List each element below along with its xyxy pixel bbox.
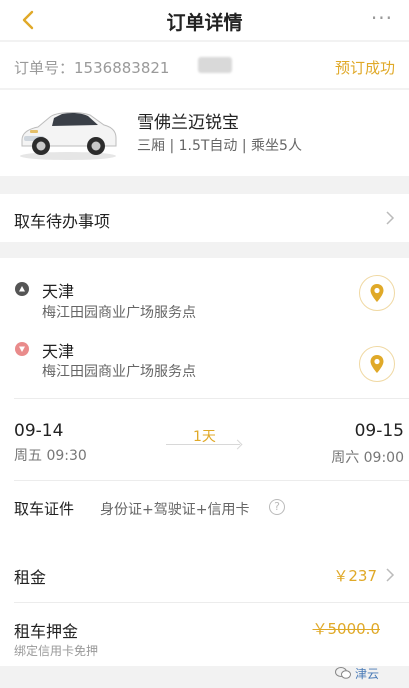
rent-label: 租金 [14, 568, 47, 587]
documents-value: 身份证+驾驶证+信用卡 [100, 502, 250, 518]
divider [14, 398, 409, 399]
return-marker-icon [15, 342, 29, 356]
watermark-text: 津云 [355, 667, 380, 681]
deposit-value: ￥5000.0 [312, 620, 381, 638]
navigation-bar: 订单详情 ··· [0, 0, 409, 40]
order-number-row: 订单号：1536883821 预订成功 [0, 42, 409, 88]
pickup-todo-label: 取车待办事项 [14, 212, 111, 231]
pickup-marker-icon [15, 282, 29, 296]
chevron-right-icon [386, 211, 395, 225]
page-title: 订单详情 [166, 12, 243, 34]
chat-bubble-icon [335, 667, 351, 679]
car-info-card: 雪佛兰迈锐宝 三厢 | 1.5T自动 | 乘坐5人 [0, 90, 409, 176]
car-model-name: 雪佛兰迈锐宝 [137, 113, 239, 133]
source-watermark: 津云 [335, 664, 397, 684]
pickup-date: 09-14 [14, 421, 64, 441]
divider [14, 480, 409, 481]
order-number: 订单号：1536883821 [14, 57, 169, 78]
redacted-digits [198, 57, 232, 73]
duration-arrow [166, 444, 240, 445]
location-pin-icon [370, 355, 384, 373]
divider [14, 602, 409, 603]
documents-label: 取车证件 [14, 500, 75, 518]
rent-value[interactable]: ￥237 [333, 565, 377, 586]
car-image [20, 112, 117, 160]
pickup-address: 梅江田园商业广场服务点 [42, 305, 196, 321]
help-icon[interactable]: ? [269, 499, 285, 515]
more-options-icon[interactable]: ··· [371, 6, 393, 30]
pickup-city: 天津 [42, 282, 75, 301]
pickup-map-button[interactable] [359, 275, 395, 311]
return-date: 09-15 [354, 421, 404, 441]
location-pin-icon [370, 284, 384, 302]
fee-card: 租金 ￥237 租车押金 绑定信用卡免押 ￥5000.0 [0, 548, 409, 666]
return-time: 周六 09:00 [331, 450, 404, 466]
return-map-button[interactable] [359, 346, 395, 382]
car-specs: 三厢 | 1.5T自动 | 乘坐5人 [137, 138, 302, 154]
pickup-todo-row[interactable]: 取车待办事项 [0, 194, 409, 242]
rental-details-card: 天津 梅江田园商业广场服务点 天津 梅江田园商业广场服务点 09-14 周五 0… [0, 258, 409, 548]
return-city: 天津 [42, 342, 75, 361]
order-number-value: 1536883821 [74, 59, 170, 77]
rental-duration: 1天 [193, 429, 216, 445]
order-status-badge: 预订成功 [334, 59, 395, 77]
return-address: 梅江田园商业广场服务点 [42, 364, 196, 380]
deposit-note: 绑定信用卡免押 [14, 644, 99, 658]
pickup-time: 周五 09:30 [14, 448, 87, 464]
deposit-label: 租车押金 [14, 622, 79, 641]
chevron-right-icon[interactable] [385, 567, 395, 583]
order-number-label: 订单号： [14, 59, 75, 77]
